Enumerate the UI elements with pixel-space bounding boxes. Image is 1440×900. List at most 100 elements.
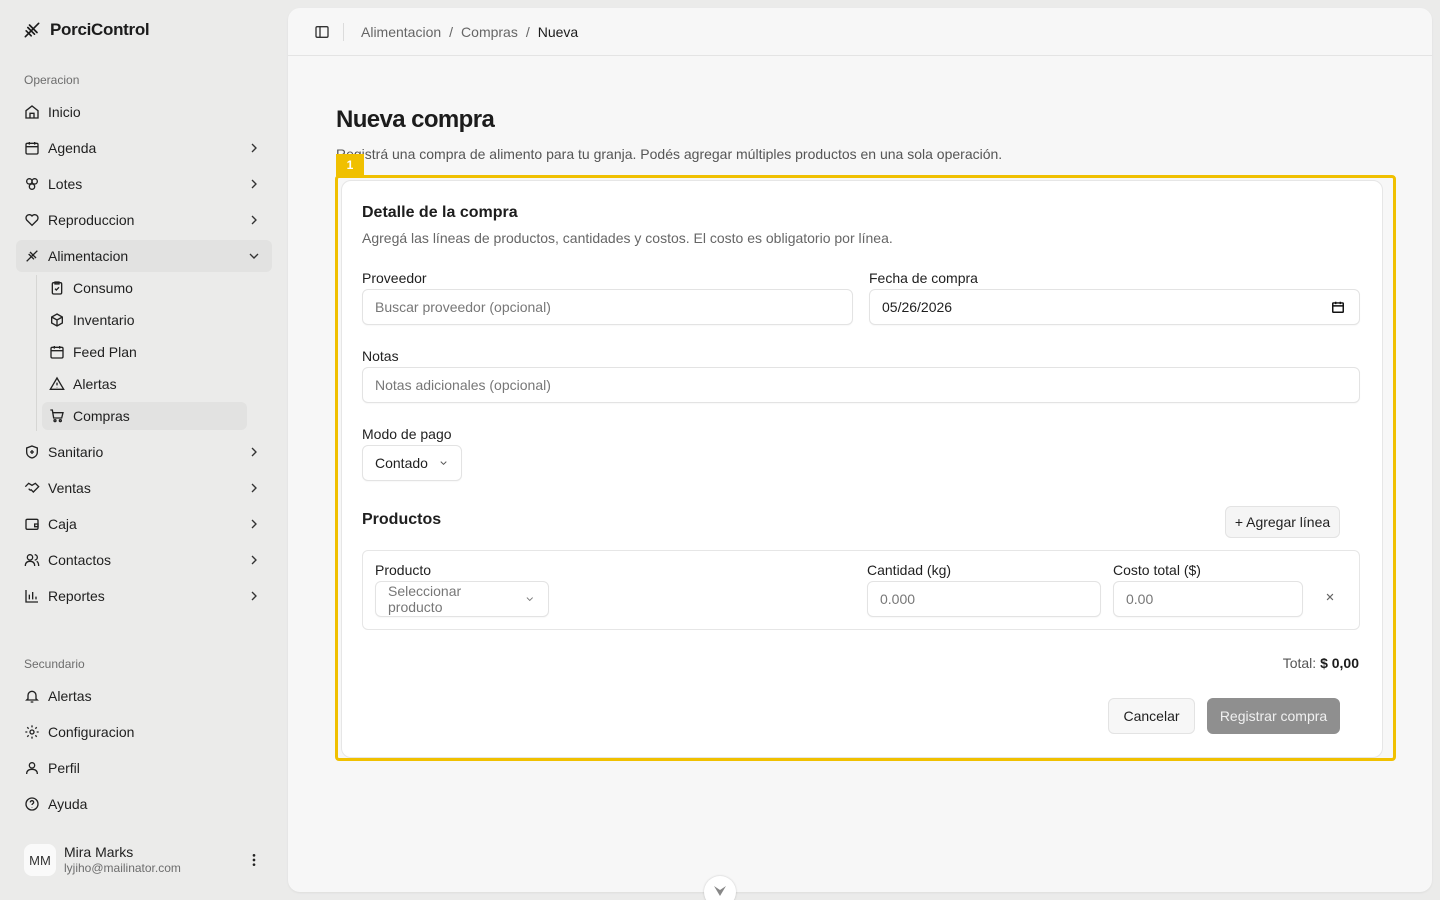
sidebar-subitem-compras[interactable]: Compras: [42, 402, 247, 430]
sidebar-item-label: Contactos: [48, 552, 112, 568]
brand[interactable]: PorciControl: [22, 20, 150, 40]
sidebar-item-label: Inicio: [48, 104, 81, 120]
sidebar-item-configuracion[interactable]: Configuracion: [16, 716, 272, 748]
sidebar-item-sanitario[interactable]: Sanitario: [16, 436, 272, 468]
chevron-right-icon: [251, 555, 257, 565]
sidebar-item-label: Lotes: [48, 176, 83, 192]
avatar: MM: [24, 844, 56, 876]
purchase-form-card: Detalle de la compra Agregá las líneas d…: [341, 180, 1383, 758]
chevron-right-icon: [251, 179, 257, 189]
wallet-icon: [24, 516, 40, 532]
chevron-down-icon: [249, 253, 259, 259]
breadcrumb-separator: /: [449, 24, 454, 40]
submit-button[interactable]: Registrar compra: [1207, 698, 1340, 734]
clipboard-icon: [49, 280, 65, 296]
chevron-right-icon: [251, 447, 257, 457]
pago-label: Modo de pago: [362, 426, 452, 442]
chart-icon: [24, 588, 40, 604]
lotes-icon: [24, 176, 40, 192]
chevron-down-icon: [714, 886, 726, 896]
fecha-value: 05/26/2026: [882, 299, 953, 315]
home-icon: [24, 104, 40, 120]
sidebar-item-lotes[interactable]: Lotes: [16, 168, 272, 200]
topbar: Alimentacion / Compras / Nueva: [288, 8, 1432, 56]
sidebar-subitem-label: Feed Plan: [73, 344, 137, 360]
help-icon: [24, 796, 40, 812]
sidebar-subitem-label: Compras: [73, 408, 130, 424]
breadcrumb-current: Nueva: [537, 24, 579, 40]
section-label-operacion: Operacion: [24, 73, 80, 87]
sidebar-item-label: Ayuda: [48, 796, 88, 812]
sidebar-subitem-alertas[interactable]: Alertas: [42, 370, 247, 398]
sidebar-item-inicio[interactable]: Inicio: [16, 96, 272, 128]
package-icon: [49, 312, 65, 328]
page-title: Nueva compra: [336, 106, 495, 133]
breadcrumb: Alimentacion / Compras / Nueva: [361, 24, 578, 40]
producto-label: Producto: [375, 562, 432, 578]
sidebar-subitem-consumo[interactable]: Consumo: [42, 274, 247, 302]
user-menu[interactable]: MM Mira Marks lyjiho@mailinator.com: [16, 835, 272, 885]
warning-icon: [49, 376, 65, 392]
card-title: Detalle de la compra: [362, 204, 518, 221]
sidebar-item-contactos[interactable]: Contactos: [16, 544, 272, 576]
user-email: lyjiho@mailinator.com: [64, 861, 181, 876]
gear-icon: [24, 724, 40, 740]
divider: [343, 23, 344, 41]
chevron-right-icon: [251, 483, 257, 493]
chevron-down-icon: [527, 597, 534, 602]
cancel-button[interactable]: Cancelar: [1108, 698, 1195, 734]
sidebar-item-label: Ventas: [48, 480, 91, 496]
more-vertical-icon[interactable]: [246, 852, 262, 868]
card-subtitle: Agregá las líneas de productos, cantidad…: [362, 230, 893, 246]
section-label-secundario: Secundario: [24, 657, 85, 671]
producto-select[interactable]: Seleccionar producto: [375, 581, 549, 617]
shield-icon: [24, 444, 40, 460]
add-line-button[interactable]: + Agregar línea: [1225, 506, 1340, 538]
product-line: Producto Seleccionar producto Cantidad (…: [362, 550, 1360, 630]
close-icon[interactable]: [1323, 590, 1337, 604]
sidebar-item-caja[interactable]: Caja: [16, 508, 272, 540]
notas-input[interactable]: Notas adicionales (opcional): [362, 367, 1360, 403]
sidebar-item-label: Alertas: [48, 688, 92, 704]
chevron-down-icon: [440, 461, 447, 466]
cantidad-input[interactable]: 0.000: [867, 581, 1101, 617]
calendar-icon: [24, 140, 40, 156]
proveedor-label: Proveedor: [362, 270, 427, 286]
sidebar-item-perfil[interactable]: Perfil: [16, 752, 272, 784]
sidebar-item-label: Perfil: [48, 760, 80, 776]
pig-logo-icon: [24, 22, 40, 38]
sidebar-subitem-label: Consumo: [73, 280, 133, 296]
sidebar-item-label: Caja: [48, 516, 77, 532]
cart-icon: [49, 408, 65, 424]
calendar-icon[interactable]: [1331, 300, 1345, 314]
sidebar-item-reportes[interactable]: Reportes: [16, 580, 272, 612]
fecha-input[interactable]: 05/26/2026: [869, 289, 1360, 325]
sidebar-item-alertas[interactable]: Alertas: [16, 680, 272, 712]
sidebar-subitem-inventario[interactable]: Inventario: [42, 306, 247, 334]
handshake-icon: [24, 480, 40, 496]
breadcrumb-compras[interactable]: Compras: [461, 24, 518, 40]
breadcrumb-alimentacion[interactable]: Alimentacion: [361, 24, 441, 40]
total-value: $ 0,00: [1320, 655, 1359, 671]
sidebar-item-reproduccion[interactable]: Reproduccion: [16, 204, 272, 236]
sidebar-item-ventas[interactable]: Ventas: [16, 472, 272, 504]
pago-select[interactable]: Contado: [362, 445, 462, 481]
sidebar-item-ayuda[interactable]: Ayuda: [16, 788, 272, 820]
pago-value: Contado: [375, 455, 428, 471]
notas-label: Notas: [362, 348, 399, 364]
sidebar-item-label: Agenda: [48, 140, 97, 156]
cantidad-label: Cantidad (kg): [867, 562, 952, 578]
costo-label: Costo total ($): [1113, 562, 1201, 578]
costo-input[interactable]: 0.00: [1113, 581, 1303, 617]
sidebar-toggle-icon[interactable]: [314, 24, 330, 40]
users-icon: [24, 552, 40, 568]
fecha-label: Fecha de compra: [869, 270, 978, 286]
scroll-down-indicator[interactable]: [704, 876, 736, 900]
sidebar-item-alimentacion[interactable]: Alimentacion: [16, 240, 272, 272]
sidebar-subitem-feed-plan[interactable]: Feed Plan: [42, 338, 247, 366]
proveedor-input[interactable]: Buscar proveedor (opcional): [362, 289, 853, 325]
sidebar-item-agenda[interactable]: Agenda: [16, 132, 272, 164]
sidebar-item-label: Alimentacion: [48, 248, 129, 264]
total: Total: $ 0,00: [1283, 655, 1359, 671]
total-label: Total:: [1282, 655, 1317, 671]
